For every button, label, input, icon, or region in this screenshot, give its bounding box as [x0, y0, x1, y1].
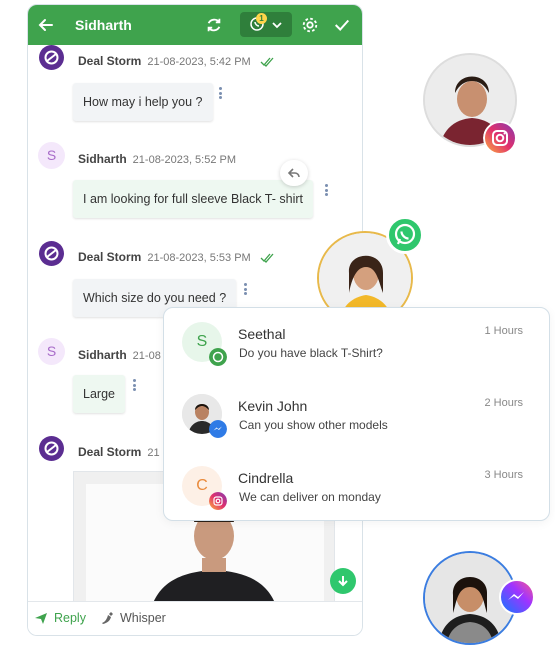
message-menu-icon[interactable]: [219, 87, 223, 99]
whisper-icon: [102, 612, 113, 624]
message-sender: Sidharth 21-08-2023, 5:52 PM: [78, 152, 237, 166]
message-bubble: How may i help you ?: [73, 83, 213, 121]
message-timestamp: 21-08-2023, 5:52 PM: [132, 154, 237, 166]
message-preview: We can deliver on monday: [239, 490, 381, 504]
message-menu-icon[interactable]: [244, 283, 248, 295]
whatsapp-icon: [394, 223, 416, 245]
message-menu-icon[interactable]: [325, 184, 329, 196]
whisper-tab[interactable]: Whisper: [100, 611, 166, 625]
deal-storm-logo-icon: [44, 441, 59, 456]
message-sender: Deal Storm 21-08-2023, 5:53 PM: [78, 250, 251, 264]
message-bubble: Large: [73, 375, 125, 413]
message-sender: Deal Storm 21-08-2023, 5:42 PM: [78, 54, 251, 68]
conversation-item[interactable]: Kevin John Can you show other models 2 H…: [164, 380, 549, 450]
chat-header: Sidharth 1: [28, 5, 362, 45]
reply-message-button[interactable]: [280, 160, 308, 186]
scroll-to-bottom-button[interactable]: [330, 568, 356, 594]
deal-storm-avatar: [39, 241, 64, 266]
reply-tab-label: Reply: [54, 611, 86, 625]
contact-avatar: S: [38, 338, 65, 365]
deal-storm-logo-icon: [44, 246, 59, 261]
message-preview: Do you have black T-Shirt?: [239, 346, 383, 360]
whatsapp-icon: [209, 348, 227, 366]
contact-name: Sidharth: [75, 17, 132, 33]
deal-storm-logo-icon: [44, 50, 59, 65]
messenger-icon: [499, 579, 535, 615]
contact-avatar: S: [38, 142, 65, 169]
message-preview: Can you show other models: [239, 418, 388, 432]
check-icon[interactable]: [333, 16, 351, 34]
composer-tabs: Reply Whisper: [28, 601, 362, 635]
conversation-list: S Seethal Do you have black T-Shirt? 1 H…: [163, 307, 550, 521]
refresh-icon[interactable]: [205, 16, 223, 34]
channel-selector[interactable]: 1: [240, 12, 292, 37]
message-time: 1 Hours: [484, 325, 523, 337]
back-arrow-icon[interactable]: [36, 15, 56, 35]
deal-storm-avatar: [39, 436, 64, 461]
send-icon: [35, 613, 47, 624]
instagram-icon: [209, 492, 227, 510]
message-menu-icon[interactable]: [133, 379, 137, 391]
arrow-down-icon: [338, 576, 348, 587]
reply-arrow-icon: [287, 168, 300, 178]
chevron-down-icon: [272, 22, 282, 29]
conversation-item[interactable]: S Seethal Do you have black T-Shirt? 1 H…: [164, 308, 549, 378]
double-check-icon: [260, 253, 274, 263]
channel-count-badge: 1: [256, 13, 267, 24]
message-bubble: I am looking for full sleeve Black T- sh…: [73, 180, 313, 218]
reply-tab[interactable]: Reply: [34, 611, 86, 625]
contact-name: Seethal: [238, 326, 286, 342]
double-check-icon: [260, 57, 274, 67]
message-sender: Deal Storm 21: [78, 445, 160, 459]
gear-icon[interactable]: [301, 16, 319, 34]
message-timestamp: 21-08-2023, 5:42 PM: [147, 56, 251, 68]
message-timestamp: 21-08-2023, 5:53 PM: [147, 252, 251, 264]
contact-name: Cindrella: [238, 470, 294, 486]
instagram-icon: [483, 121, 517, 155]
contact-name: Kevin John: [238, 398, 308, 414]
conversation-item[interactable]: C Cindrella We can deliver on monday 3 H…: [164, 452, 549, 522]
message-time: 2 Hours: [484, 397, 523, 409]
message-time: 3 Hours: [484, 469, 523, 481]
deal-storm-avatar: [39, 45, 64, 70]
message-timestamp: 21-08: [132, 350, 161, 362]
whatsapp-badge: [386, 216, 424, 254]
message-timestamp: 21: [147, 447, 160, 459]
message-sender: Sidharth 21-08: [78, 348, 161, 362]
whisper-tab-label: Whisper: [120, 611, 166, 625]
messenger-icon: [209, 420, 227, 438]
